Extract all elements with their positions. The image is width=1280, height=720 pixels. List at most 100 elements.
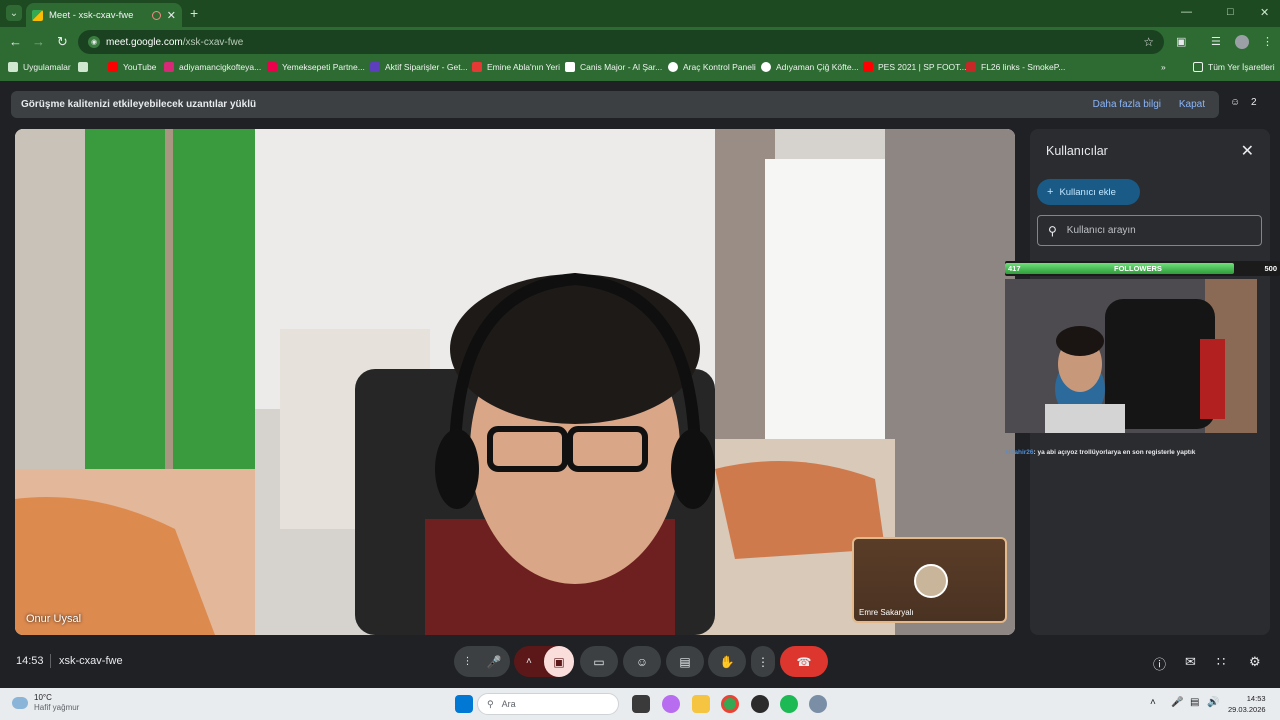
self-video-name: Emre Sakaryalı: [859, 608, 914, 617]
recording-icon: [151, 10, 161, 20]
close-tab-icon[interactable]: ✕: [167, 9, 176, 22]
bookmark-pes-2021[interactable]: PES 2021 | SP FOOT...: [863, 62, 967, 72]
minimize-icon[interactable]: —: [1181, 6, 1192, 18]
chrome-icon[interactable]: [721, 695, 739, 713]
mic-button[interactable]: ⋮ 🎤: [454, 646, 510, 677]
extensions-banner: Görüşme kalitenizi etkileyebilecek uzant…: [11, 91, 1219, 118]
divider: [50, 654, 51, 668]
present-button[interactable]: ▭: [580, 646, 618, 677]
captions-button[interactable]: ▤: [666, 646, 704, 677]
weather-temp: 10°C: [34, 693, 52, 702]
bookmark-star-icon[interactable]: ☆: [1143, 35, 1154, 49]
followers-label: FOLLOWERS: [1114, 264, 1162, 273]
address-bar[interactable]: ◉ meet.google.com /xsk-cxav-fwe ☆: [78, 30, 1164, 54]
back-icon[interactable]: ←: [9, 34, 22, 49]
apps-launcher-icon[interactable]: [78, 62, 93, 72]
volume-icon[interactable]: 🔊: [1207, 697, 1219, 708]
profile-avatar[interactable]: [1235, 35, 1249, 49]
main-video-name: Onur Uysal: [26, 613, 82, 625]
chat-text: : ya abi açıyoz trollüyorlarya en son re…: [1033, 449, 1196, 456]
bookmark-fl26[interactable]: FL26 links - SmokeP...: [966, 62, 1065, 72]
raise-hand-button[interactable]: ✋: [708, 646, 746, 677]
captions-icon: ▤: [679, 654, 691, 669]
apps-grid-icon: [8, 62, 18, 72]
weather-widget[interactable]: 10°C Hafif yağmur: [12, 693, 79, 713]
meeting-code: xsk-cxav-fwe: [59, 655, 123, 667]
user-search-input[interactable]: ⚲ Kullanıcı arayın: [1037, 215, 1262, 246]
taskbar-search[interactable]: ⚲ Ara: [477, 693, 619, 715]
more-options-button[interactable]: ⋮: [751, 646, 775, 677]
meet-favicon-icon: [32, 9, 43, 21]
taskbar-clock[interactable]: 14:53 29.03.2026: [1228, 693, 1266, 715]
menu-kebab-icon[interactable]: ⋮: [1262, 35, 1273, 48]
new-tab-button[interactable]: +: [190, 5, 198, 21]
site-info-icon[interactable]: ◉: [88, 36, 100, 48]
sp-icon: [966, 62, 976, 72]
url-path: /xsk-cxav-fwe: [182, 36, 244, 48]
participants-count[interactable]: ☺ 2: [1230, 97, 1257, 108]
meeting-time: 14:53: [16, 655, 44, 667]
tab-title: Meet - xsk-cxav-fwe: [49, 9, 134, 21]
bookmark-apps[interactable]: Uygulamalar: [8, 62, 71, 72]
camera-button[interactable]: ˄ ▣: [514, 646, 574, 677]
bookmark-yemeksepeti[interactable]: Yemeksepeti Partne...: [267, 62, 365, 72]
banner-text: Görüşme kalitenizi etkileyebilecek uzant…: [21, 99, 257, 110]
banner-close-link[interactable]: Kapat: [1179, 99, 1205, 110]
chevron-up-icon: ˄: [526, 656, 532, 667]
instagram-icon: [164, 62, 174, 72]
host-controls-icon[interactable]: ⚙: [1249, 654, 1261, 670]
reactions-button[interactable]: ☺: [623, 646, 661, 677]
forward-icon[interactable]: →: [32, 34, 45, 49]
url-domain: meet.google.com: [106, 36, 183, 48]
bookmark-arac-kontrol[interactable]: Araç Kontrol Paneli: [668, 62, 756, 72]
yemeksepeti-icon: [267, 62, 277, 72]
reload-icon[interactable]: ↻: [57, 34, 68, 50]
stream-chat-message: alltahir26: ya abi açıyoz trollüyorlarya…: [1005, 449, 1280, 456]
windows-start-icon[interactable]: [455, 695, 473, 713]
spotify-icon[interactable]: [780, 695, 798, 713]
bookmark-canis-major[interactable]: Canis Major - Al Şar...: [565, 62, 662, 72]
copilot-icon[interactable]: [662, 695, 680, 713]
learn-more-link[interactable]: Daha fazla bilgi: [1093, 99, 1161, 110]
streamer-webcam: [1005, 279, 1257, 433]
followers-bar: 417 FOLLOWERS 500: [1005, 261, 1280, 276]
followers-current: 417: [1008, 264, 1021, 273]
maximize-icon[interactable]: □: [1227, 6, 1234, 18]
file-explorer-icon[interactable]: [692, 695, 710, 713]
tab-meet[interactable]: Meet - xsk-cxav-fwe ✕: [26, 3, 182, 27]
taskbar: 10°C Hafif yağmur ⚲ Ara ˄ 🎤 ▤ 🔊 14:53 29…: [0, 688, 1280, 720]
bookmark-emine[interactable]: Emine Abla'nın Yeri: [472, 62, 560, 72]
close-panel-icon[interactable]: ✕: [1241, 141, 1254, 161]
activities-icon[interactable]: ∷: [1217, 654, 1225, 670]
bookmark-adiyaman[interactable]: Adıyaman Çiğ Köfte...: [761, 62, 859, 72]
present-screen-icon: ▭: [593, 654, 605, 669]
self-video-tile[interactable]: Emre Sakaryalı: [852, 537, 1007, 623]
leave-call-button[interactable]: ☎: [780, 646, 828, 677]
avatar: [914, 564, 948, 598]
chevron-up-icon[interactable]: ˄: [1150, 697, 1156, 708]
reading-list-icon[interactable]: ☰: [1211, 35, 1221, 48]
tab-strip: ⌄ Meet - xsk-cxav-fwe ✕ + — □ ✕: [0, 0, 1280, 27]
chat-icon[interactable]: ✉: [1185, 654, 1196, 670]
add-user-button[interactable]: + Kullanıcı ekle: [1037, 179, 1140, 205]
bookmarks-overflow-icon[interactable]: »: [1161, 62, 1166, 72]
people-icon: ☺: [1230, 97, 1241, 108]
bookmark-getir[interactable]: Aktif Siparişler - Get...: [370, 62, 468, 72]
close-window-icon[interactable]: ✕: [1260, 6, 1269, 19]
task-view-icon[interactable]: [632, 695, 650, 713]
bookmark-instagram[interactable]: adiyamancigkofteya...: [164, 62, 261, 72]
microphone-icon[interactable]: 🎤: [1171, 697, 1183, 708]
tab-search-button[interactable]: ⌄: [6, 5, 22, 21]
settings-gear-icon[interactable]: [809, 695, 827, 713]
network-icon[interactable]: ▤: [1190, 697, 1199, 708]
emine-icon: [472, 62, 482, 72]
browser-toolbar: ← → ↻ ◉ meet.google.com /xsk-cxav-fwe ☆ …: [0, 27, 1280, 57]
hang-up-icon: ☎: [796, 654, 812, 669]
info-icon[interactable]: ⓘ: [1153, 654, 1166, 673]
bookmark-youtube[interactable]: YouTube: [108, 62, 156, 72]
getir-icon: [370, 62, 380, 72]
more-vert-icon: ⋮: [757, 654, 769, 669]
extensions-icon[interactable]: ▣: [1176, 35, 1186, 48]
obs-icon[interactable]: [751, 695, 769, 713]
all-bookmarks[interactable]: Tüm Yer İşaretleri: [1193, 62, 1275, 72]
